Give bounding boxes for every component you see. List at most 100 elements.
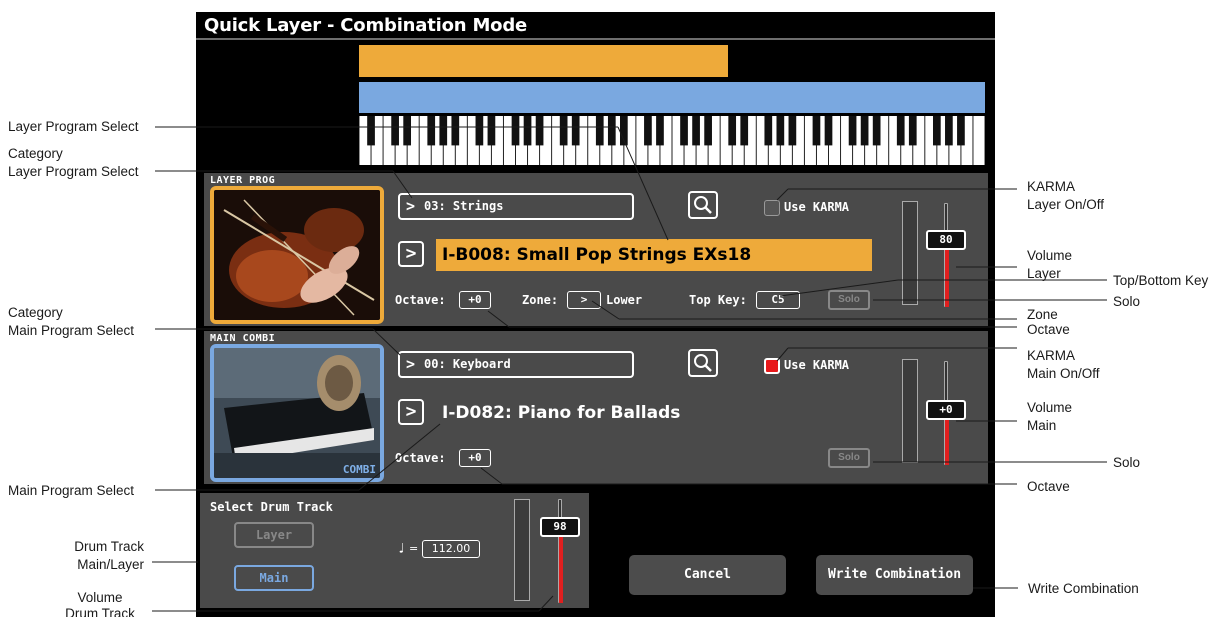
drum-layer-button[interactable]: Layer: [234, 522, 314, 548]
callout-text: Drum Track: [74, 539, 144, 554]
black-key: [487, 116, 496, 146]
drum-level-meter: [514, 499, 530, 601]
black-key: [957, 116, 965, 146]
callout-volume-main: Volume Main: [1027, 398, 1072, 436]
black-key: [728, 116, 737, 146]
callout-octave-layer: Octave: [1027, 320, 1070, 340]
callout-solo-main: Solo: [1113, 453, 1140, 473]
callout-category-layer: Category Layer Program Select: [8, 144, 139, 182]
black-key: [704, 116, 712, 146]
layer-category-value: 03: Strings: [424, 199, 504, 213]
black-key: [367, 116, 375, 146]
layer-octave-value[interactable]: +0: [459, 291, 491, 309]
black-key: [788, 116, 797, 146]
main-program-arrow-button[interactable]: >: [398, 399, 424, 425]
black-key: [896, 116, 905, 146]
black-key: [439, 116, 448, 146]
callout-text: Drum Track: [65, 606, 135, 617]
black-key: [391, 116, 399, 146]
combi-image-caption: COMBI: [342, 463, 376, 476]
window-title: Quick Layer - Combination Mode: [204, 15, 528, 36]
callout-text: KARMA: [1027, 179, 1076, 194]
drum-panel: Select Drum Track Layer Main ♩ = 112.00 …: [200, 493, 589, 608]
layer-category-select[interactable]: > 03: Strings: [398, 193, 634, 220]
tempo-equals: =: [409, 542, 419, 555]
main-zone-bar: [359, 82, 985, 113]
layer-search-button[interactable]: [688, 191, 718, 219]
black-key: [403, 116, 412, 146]
drum-panel-title: Select Drum Track: [210, 500, 333, 514]
drum-main-button[interactable]: Main: [234, 565, 314, 591]
layer-karma-checkbox[interactable]: [764, 200, 780, 216]
main-search-button[interactable]: [688, 349, 718, 377]
black-key: [812, 116, 821, 146]
black-key: [511, 116, 520, 146]
black-key: [848, 116, 857, 146]
quick-layer-screen: Quick Layer - Combination Mode LAYER PRO…: [196, 12, 995, 617]
layer-karma-label: Use KARMA: [784, 200, 850, 214]
layer-level-meter: [902, 201, 918, 305]
layer-volume-fill: [945, 240, 949, 307]
main-solo-button[interactable]: Solo: [828, 448, 870, 468]
main-panel-tag: MAIN COMBI: [210, 333, 276, 344]
layer-program-name: I-B008: Small Pop Strings EXs18: [442, 245, 752, 265]
main-karma-checkbox[interactable]: [764, 358, 780, 374]
main-volume-slider[interactable]: +0: [926, 400, 966, 420]
tempo-value[interactable]: 112.00: [422, 540, 480, 558]
callout-text: Main: [1027, 418, 1057, 433]
drum-volume-slider[interactable]: 98: [540, 517, 580, 537]
callout-text: Main/Layer: [77, 557, 144, 572]
callout-text: Category: [8, 146, 63, 161]
cancel-button[interactable]: Cancel: [629, 555, 786, 595]
callout-text: Volume: [1027, 248, 1073, 263]
main-combi-image[interactable]: COMBI: [210, 344, 384, 482]
black-key: [764, 116, 773, 146]
layer-program-select[interactable]: I-B008: Small Pop Strings EXs18: [436, 239, 872, 271]
layer-solo-button[interactable]: Solo: [828, 290, 870, 310]
black-key: [945, 116, 953, 146]
black-key: [451, 116, 460, 146]
callout-layer-program-select: Layer Program Select: [8, 117, 139, 137]
layer-panel-tag: LAYER PROG: [210, 175, 276, 186]
chevron-right-icon: >: [406, 355, 416, 373]
callout-text: KARMA: [1027, 348, 1076, 363]
black-key: [475, 116, 484, 146]
layer-volume-slider[interactable]: 80: [926, 230, 966, 250]
black-key: [680, 116, 688, 146]
main-category-value: 00: Keyboard: [424, 357, 511, 371]
main-panel: MAIN COMBI COMBI > 00: Keyboard Use KARM…: [204, 331, 988, 484]
black-key: [692, 116, 700, 146]
callout-volume-layer: Volume Layer: [1027, 246, 1072, 284]
layer-zone-label: Zone:: [522, 293, 559, 307]
callout-text: Layer: [1027, 266, 1061, 281]
layer-zone-button[interactable]: >: [567, 291, 601, 309]
main-category-select[interactable]: > 00: Keyboard: [398, 351, 634, 378]
black-key: [860, 116, 869, 146]
magnifier-icon: [694, 196, 712, 214]
callout-text: Write Combination: [1028, 581, 1139, 596]
write-combination-button[interactable]: Write Combination: [816, 555, 973, 595]
callout-text: Category: [8, 305, 63, 320]
main-use-karma[interactable]: Use KARMA: [764, 357, 874, 375]
main-program-select[interactable]: I-D082: Piano for Ballads: [436, 397, 872, 429]
main-karma-label: Use KARMA: [784, 358, 850, 372]
callout-text: Main Program Select: [8, 483, 135, 498]
layer-panel: LAYER PROG > 03: Strings Use KARMA > I-B…: [204, 173, 988, 326]
black-key: [740, 116, 749, 146]
layer-program-arrow-button[interactable]: >: [398, 241, 424, 267]
main-octave-value[interactable]: +0: [459, 449, 491, 467]
callout-text: Layer On/Off: [1027, 197, 1105, 212]
callout-write-combination: Write Combination: [1028, 579, 1139, 599]
layer-top-key-value[interactable]: C5: [756, 291, 800, 309]
black-key: [776, 116, 785, 146]
callout-karma-layer: KARMA Layer On/Off: [1027, 177, 1104, 215]
callout-text: Main Program Select: [8, 323, 135, 338]
layer-zone-bar: [359, 45, 728, 77]
layer-octave-label: Octave:: [395, 293, 446, 307]
layer-program-image[interactable]: [210, 186, 384, 324]
callout-octave-main: Octave: [1027, 477, 1070, 497]
drum-volume-fill: [559, 537, 563, 603]
layer-use-karma[interactable]: Use KARMA: [764, 199, 874, 217]
magnifier-icon: [694, 354, 712, 372]
black-key: [607, 116, 616, 146]
